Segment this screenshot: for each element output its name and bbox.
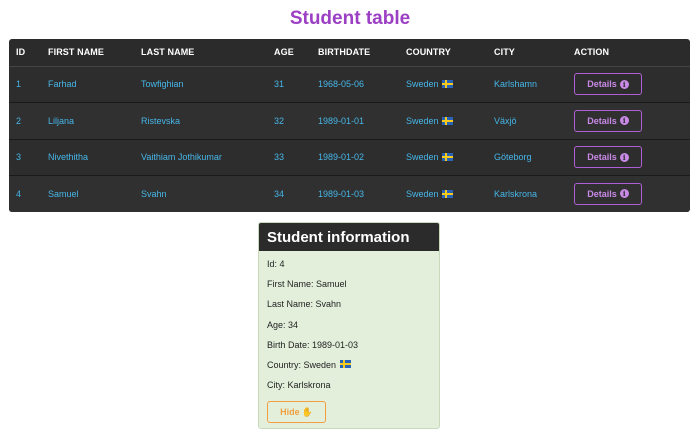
student-info-body: Id: 4 First Name: Samuel Last Name: Svah… <box>259 251 439 424</box>
info-birth-date: Birth Date: 1989-01-03 <box>267 339 359 350</box>
header-birthdate: BIRTHDATE <box>311 39 399 67</box>
cell-last-name: Svahn <box>134 175 267 212</box>
student-info-card: Student information Id: 4 First Name: Sa… <box>258 222 440 429</box>
cell-birthdate: 1989-01-01 <box>311 102 399 140</box>
header-first-name: FIRST NAME <box>41 39 134 67</box>
country-text: Sweden <box>406 152 439 163</box>
header-country: COUNTRY <box>399 39 487 67</box>
sweden-flag-icon <box>441 153 453 162</box>
details-label: Details <box>587 115 617 126</box>
cell-action: Details i <box>567 175 690 212</box>
cell-first-name: Samuel <box>41 175 134 212</box>
info-icon: i <box>619 79 629 89</box>
header-city: CITY <box>487 39 567 67</box>
details-label: Details <box>587 79 617 90</box>
cell-last-name: Towfighian <box>134 66 267 103</box>
country-text: Sweden <box>406 115 439 126</box>
info-age: Age: 34 <box>267 319 299 330</box>
header-age: AGE <box>267 39 311 67</box>
hide-label: Hide <box>280 407 300 418</box>
cell-age: 34 <box>267 175 311 212</box>
details-label: Details <box>587 188 617 199</box>
info-icon: i <box>619 189 629 199</box>
table-row: 3 Nivethitha Vaithiam Jothikumar 33 1989… <box>9 139 690 176</box>
header-action: ACTION <box>567 39 690 67</box>
cell-id: 2 <box>9 102 41 140</box>
cell-age: 33 <box>267 139 311 176</box>
sweden-flag-icon <box>441 189 453 198</box>
cell-first-name: Liljana <box>41 102 134 140</box>
details-button[interactable]: Details i <box>574 109 642 132</box>
info-country-text: Country: Sweden <box>267 359 337 370</box>
cell-action: Details i <box>567 139 690 176</box>
cell-country: Sweden <box>399 139 487 176</box>
cell-country: Sweden <box>399 102 487 140</box>
cell-last-name: Ristevska <box>134 102 267 140</box>
student-table-grid: ID FIRST NAME LAST NAME AGE BIRTHDATE CO… <box>9 39 690 212</box>
cell-city: Karlskrona <box>487 175 567 212</box>
details-button[interactable]: Details i <box>574 73 642 96</box>
hide-button[interactable]: Hide ✋ <box>267 401 326 424</box>
cell-country: Sweden <box>399 175 487 212</box>
info-last-name: Last Name: Svahn <box>267 299 342 310</box>
cell-city: Göteborg <box>487 139 567 176</box>
info-icon: i <box>619 116 629 126</box>
details-button[interactable]: Details i <box>574 146 642 169</box>
cell-id: 3 <box>9 139 41 176</box>
cell-city: Karlshamn <box>487 66 567 103</box>
info-icon: i <box>619 152 629 162</box>
details-button[interactable]: Details i <box>574 182 642 205</box>
table-header-row: ID FIRST NAME LAST NAME AGE BIRTHDATE CO… <box>9 39 690 67</box>
cell-country: Sweden <box>399 66 487 103</box>
cell-city: Växjö <box>487 102 567 140</box>
sweden-flag-icon <box>441 80 453 89</box>
page-title: Student table <box>289 8 411 29</box>
sweden-flag-icon <box>340 359 352 368</box>
table-row: 1 Farhad Towfighian 31 1968-05-06 Sweden… <box>9 66 690 103</box>
student-table: ID FIRST NAME LAST NAME AGE BIRTHDATE CO… <box>9 39 690 212</box>
cell-age: 32 <box>267 102 311 140</box>
cell-last-name: Vaithiam Jothikumar <box>134 139 267 176</box>
cell-age: 31 <box>267 66 311 103</box>
header-last-name: LAST NAME <box>134 39 267 67</box>
cell-birthdate: 1968-05-06 <box>311 66 399 103</box>
hand-wave-icon: ✋ <box>301 406 313 417</box>
sweden-flag-icon <box>441 116 453 125</box>
cell-first-name: Farhad <box>41 66 134 103</box>
header-id: ID <box>9 39 41 67</box>
cell-action: Details i <box>567 66 690 103</box>
info-id: Id: 4 <box>267 259 285 269</box>
cell-first-name: Nivethitha <box>41 139 134 176</box>
info-city: City: Karlskrona <box>267 380 331 391</box>
table-row: 4 Samuel Svahn 34 1989-01-03 Sweden Karl… <box>9 175 690 212</box>
table-row: 2 Liljana Ristevska 32 1989-01-01 Sweden… <box>9 102 690 140</box>
cell-birthdate: 1989-01-03 <box>311 175 399 212</box>
country-text: Sweden <box>406 188 439 199</box>
country-text: Sweden <box>406 79 439 90</box>
student-info-title: Student information <box>259 223 439 251</box>
info-country: Country: Sweden <box>267 359 431 380</box>
cell-id: 4 <box>9 175 41 212</box>
cell-action: Details i <box>567 102 690 140</box>
cell-id: 1 <box>9 66 41 103</box>
info-first-name: First Name: Samuel <box>267 279 347 290</box>
cell-birthdate: 1989-01-02 <box>311 139 399 176</box>
details-label: Details <box>587 152 617 163</box>
